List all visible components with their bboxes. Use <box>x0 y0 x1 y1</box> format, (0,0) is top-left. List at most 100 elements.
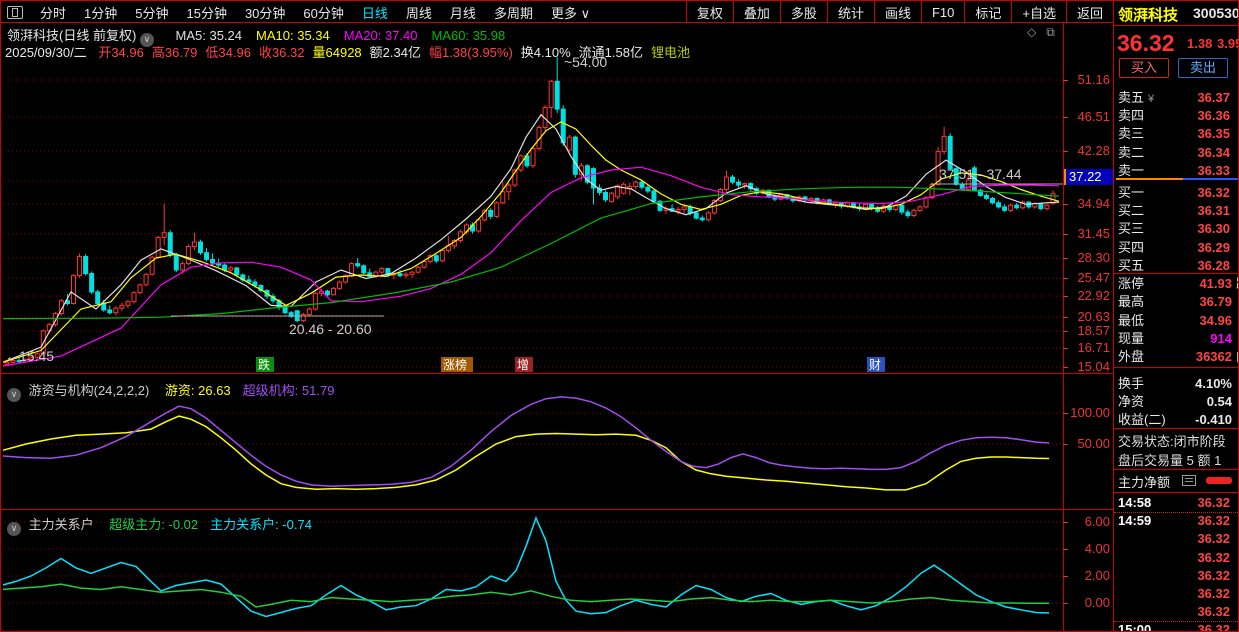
stat-value: 4.10% <box>1195 375 1232 393</box>
tick-row[interactable]: 14:5936.32 <box>1118 512 1238 530</box>
stat-value: 0.54 <box>1207 393 1232 411</box>
tick-time: 14:59 <box>1118 513 1151 528</box>
buy-button[interactable]: 买入 <box>1119 58 1169 78</box>
tab-月线[interactable]: 月线 <box>441 3 485 22</box>
svg-text:20.46 - 20.60: 20.46 - 20.60 <box>289 321 372 337</box>
tab-30分钟[interactable]: 30分钟 <box>236 3 294 22</box>
axis-tick-mark <box>1063 444 1068 445</box>
axis-tick-label: 42.28 <box>1077 143 1110 158</box>
collapse-chevron-icon[interactable]: ∨ <box>7 388 21 402</box>
tick-row[interactable]: 36.32 <box>1118 530 1238 548</box>
toolbar-button-复权[interactable]: 复权 <box>686 1 733 23</box>
queue-price: 36.29 <box>1197 239 1230 257</box>
toolbar-button-统计[interactable]: 统计 <box>827 1 874 23</box>
tab-多周期[interactable]: 多周期 <box>485 3 542 22</box>
svg-text:~54.00: ~54.00 <box>564 54 607 70</box>
quote-divider <box>1114 25 1239 26</box>
tick-row[interactable]: 36.32 <box>1118 603 1238 621</box>
toolbar-button-叠加[interactable]: 叠加 <box>733 1 780 23</box>
tick-price: 36.32 <box>1197 567 1230 585</box>
tab-5分钟[interactable]: 5分钟 <box>126 3 177 22</box>
svg-text:跌: 跌 <box>258 357 270 372</box>
axis-tick-label: 15.04 <box>1077 359 1110 374</box>
axis-tick-mark <box>1063 278 1068 279</box>
tab-15分钟[interactable]: 15分钟 <box>177 3 235 22</box>
indicator1-legend: 游资: 26.63超级机构: 51.79 <box>153 383 335 398</box>
toolbar-button-多股[interactable]: 多股 <box>780 1 827 23</box>
tick-row[interactable]: 36.32 <box>1118 585 1238 603</box>
stats-divider-top <box>1114 273 1239 274</box>
price-change-pct: 3.95% <box>1217 36 1239 51</box>
queue-price: 36.35 <box>1197 125 1230 143</box>
list-icon[interactable] <box>1182 475 1196 486</box>
queue-row[interactable]: 买四 36.29 <box>1118 239 1238 257</box>
axis-tick-label: 34.94 <box>1077 196 1110 211</box>
panel-divider-2 <box>1 509 1114 510</box>
axis-tick-label: 28.30 <box>1077 250 1110 265</box>
main-candlestick-chart[interactable]: ~54.0037.51 - 37.4420.46 - 20.60←15.45跌涨… <box>3 23 1063 373</box>
tick-row[interactable]: 36.32 <box>1118 549 1238 567</box>
axis-tick-mark <box>1063 151 1068 152</box>
stat-value: 34.96 <box>1199 312 1232 330</box>
queue-level-label: 卖二 <box>1118 145 1144 160</box>
queue-row[interactable]: 卖五¥36.37 <box>1118 89 1238 107</box>
tick-row[interactable]: 14:5836.32 <box>1118 494 1238 512</box>
queue-level-label: 买四 <box>1118 240 1144 255</box>
queue-row[interactable]: 买一 36.32 <box>1118 184 1238 202</box>
queue-row[interactable]: 买三36.30 <box>1118 220 1238 238</box>
queue-price: 36.32 <box>1197 184 1230 202</box>
toolbar-button-+自选[interactable]: +自选 <box>1011 1 1066 23</box>
period-tabs: 分时1分钟5分钟15分钟30分钟60分钟日线周线月线多周期更多 ∨ <box>31 3 599 22</box>
queue-row[interactable]: 卖四36.36 <box>1118 107 1238 125</box>
tick-row[interactable]: 36.32 <box>1118 567 1238 585</box>
queue-row[interactable]: 卖三36.35 <box>1118 125 1238 143</box>
trading-terminal-window: 分时1分钟5分钟15分钟30分钟60分钟日线周线月线多周期更多 ∨ 复权叠加多股… <box>0 0 1239 632</box>
toolbar-button-标记[interactable]: 标记 <box>964 1 1011 23</box>
stat-label: 净资 <box>1118 394 1144 409</box>
toolbar-button-F10[interactable]: F10 <box>921 1 964 23</box>
tick-price: 36.32 <box>1197 585 1230 603</box>
tab-日线[interactable]: 日线 <box>353 3 397 22</box>
axis-tick-label: 0.00 <box>1085 595 1110 610</box>
yuan-icon: ¥ <box>1148 93 1154 105</box>
axis-tick-label: 25.47 <box>1077 270 1110 285</box>
axis-tick-label: 22.92 <box>1077 288 1110 303</box>
price-axis: 51.1646.5142.2834.9431.4528.3025.4722.92… <box>1063 1 1114 632</box>
tick-row[interactable]: 15:0036.32 <box>1118 621 1238 632</box>
stats-divider-mid <box>1114 367 1239 368</box>
stock-name: 领湃科技 <box>1118 4 1178 25</box>
layout-split-icon[interactable] <box>7 6 23 19</box>
stat-label: 外盘 <box>1118 349 1144 364</box>
tab-周线[interactable]: 周线 <box>397 3 441 22</box>
stat-label: 涨停 <box>1118 276 1144 291</box>
stat-row: 最高36.79 <box>1118 293 1239 311</box>
axis-tick-mark <box>1063 348 1068 349</box>
queue-level-label: 买一 <box>1118 185 1144 200</box>
axis-tick-label: 20.63 <box>1077 309 1110 324</box>
queue-row[interactable]: 卖二36.34 <box>1118 144 1238 162</box>
sell-button[interactable]: 卖出 <box>1178 58 1228 78</box>
collapse-chevron-icon[interactable]: ∨ <box>7 522 21 536</box>
tab-更多[interactable]: 更多 ∨ <box>542 3 599 22</box>
indicator2-legend: 超级主力: -0.02主力关系户: -0.74 <box>97 517 312 532</box>
queue-level-label: 买五 <box>1118 258 1144 273</box>
stat-row: 现量914 <box>1118 330 1239 348</box>
stat-label: 现量 <box>1118 331 1144 346</box>
axis-tick-mark <box>1063 317 1068 318</box>
axis-tick-mark <box>1063 234 1068 235</box>
axis-tick-mark <box>1063 296 1068 297</box>
stat-value: 36.79 <box>1199 293 1232 311</box>
tab-分时[interactable]: 分时 <box>31 3 75 22</box>
tick-price: 36.32 <box>1197 530 1230 548</box>
quote-panel: 领湃科技 300530 36.32 1.38 3.95% 买入 卖出 卖五¥36… <box>1114 1 1239 632</box>
toolbar-button-画线[interactable]: 画线 <box>874 1 921 23</box>
queue-price: 36.30 <box>1197 220 1230 238</box>
queue-price: 36.31 <box>1197 202 1230 220</box>
queue-price: 36.36 <box>1197 107 1230 125</box>
queue-row[interactable]: 买二36.31 <box>1118 202 1238 220</box>
panel-divider-1 <box>1 373 1114 374</box>
axis-tick-label: 51.16 <box>1077 72 1110 87</box>
tab-1分钟[interactable]: 1分钟 <box>75 3 126 22</box>
tab-60分钟[interactable]: 60分钟 <box>294 3 352 22</box>
axis-tick-mark <box>1063 204 1068 205</box>
